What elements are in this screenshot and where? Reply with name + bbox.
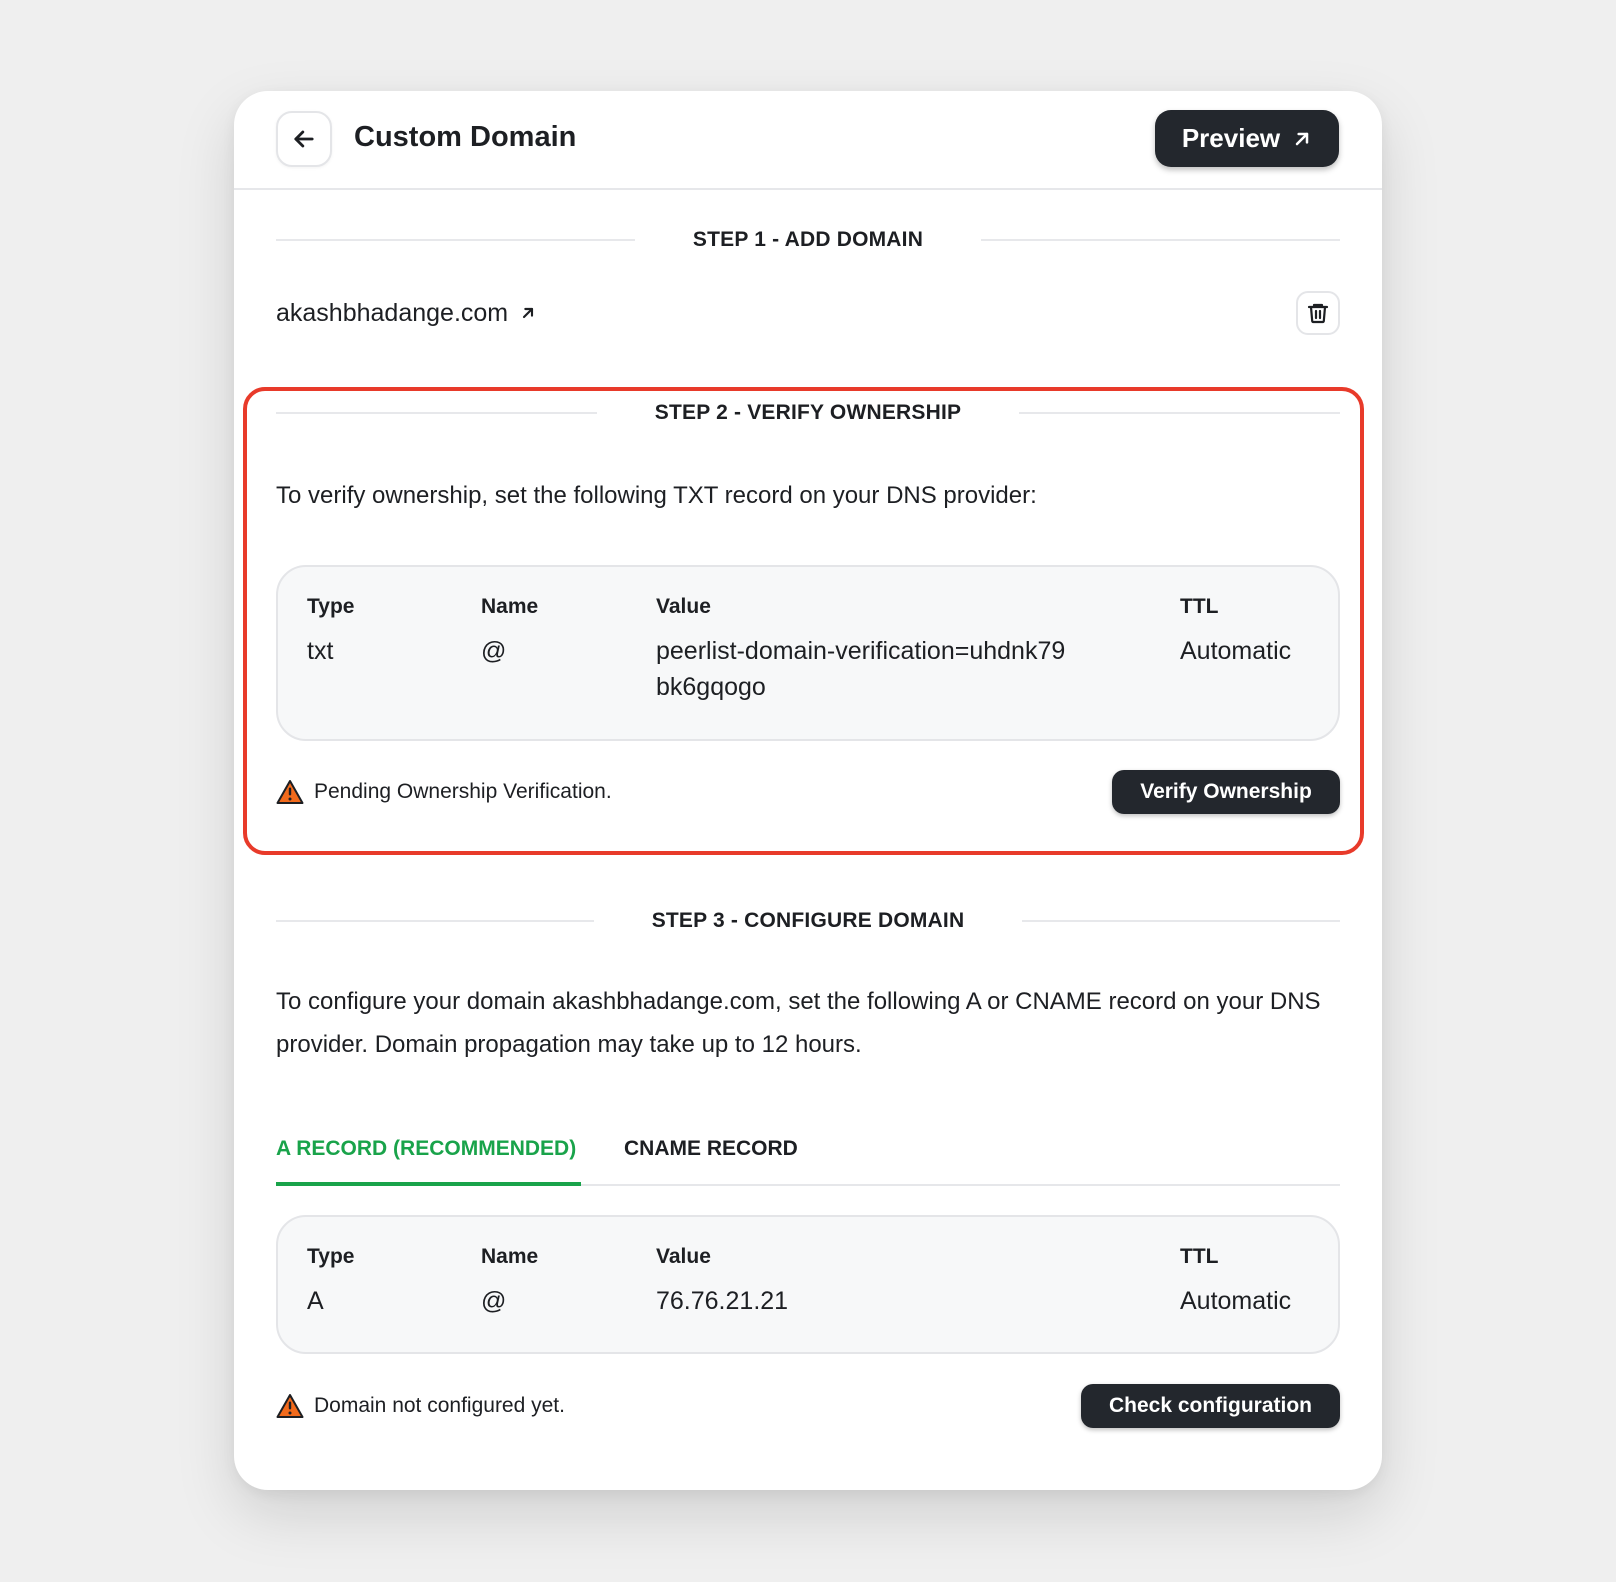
record-col-type: Type A [307, 1245, 354, 1319]
step2-heading-label: STEP 2 - VERIFY OWNERSHIP [654, 401, 962, 424]
record-header-name: Name [481, 1245, 539, 1268]
record-header-ttl: TTL [1180, 595, 1219, 618]
warning-icon [276, 1394, 304, 1418]
preview-button[interactable]: Preview [1155, 110, 1339, 167]
step2-instruction: To verify ownership, set the following T… [276, 482, 1037, 509]
page-title: Custom Domain [354, 121, 577, 153]
a-record-box: Type A Name @ Value 76.76.21.21 TTL Auto… [276, 1215, 1340, 1354]
record-col-name: Name @ [481, 595, 538, 669]
custom-domain-card: Custom Domain Preview STEP 1 - ADD DOMAI… [234, 91, 1382, 1490]
divider-line [981, 239, 1340, 241]
step3-heading-label: STEP 3 - CONFIGURE DOMAIN [651, 909, 965, 932]
step2-heading: STEP 2 - VERIFY OWNERSHIP [276, 401, 1340, 425]
header: Custom Domain Preview [234, 91, 1382, 190]
record-header-value: Value [656, 595, 711, 618]
record-value-value[interactable]: 76.76.21.21 [656, 1283, 788, 1319]
txt-record-box: Type txt Name @ Value peerlist-domain-ve… [276, 565, 1340, 741]
record-value-type: A [307, 1287, 324, 1315]
preview-button-label: Preview [1181, 123, 1281, 153]
record-header-name: Name [481, 595, 539, 618]
warning-icon [276, 780, 304, 804]
record-col-value: Value peerlist-domain-verification=uhdnk… [656, 595, 1076, 705]
divider-line [276, 239, 635, 241]
record-value-type: txt [307, 637, 334, 665]
record-value-name: @ [481, 637, 507, 665]
record-col-name: Name @ [481, 1245, 538, 1319]
step3-status-text: Domain not configured yet. [314, 1394, 565, 1417]
check-configuration-button[interactable]: Check configuration [1081, 1384, 1340, 1428]
record-value-value[interactable]: peerlist-domain-verification=uhdnk79bk6g… [656, 633, 1076, 705]
step3-heading: STEP 3 - CONFIGURE DOMAIN [276, 909, 1341, 933]
record-col-ttl: TTL Automatic [1180, 1245, 1291, 1319]
arrow-left-icon [294, 130, 314, 148]
record-header-type: Type [307, 595, 355, 618]
record-col-type: Type txt [307, 595, 354, 669]
external-arrow-icon [523, 307, 534, 319]
record-tabs: A RECORD (RECOMMENDED) CNAME RECORD [276, 1127, 1340, 1186]
step3-instruction: To configure your domain akashbhadange.c… [276, 988, 1321, 1058]
tab-cname-record[interactable]: CNAME RECORD [624, 1127, 798, 1186]
divider-line [1019, 412, 1340, 414]
record-col-ttl: TTL Automatic [1180, 595, 1291, 669]
domain-link[interactable]: akashbhadange.com [276, 299, 536, 328]
step1-heading-label: STEP 1 - ADD DOMAIN [692, 228, 924, 251]
step3-status-row: Domain not configured yet. Check configu… [276, 1384, 1340, 1428]
divider-line [276, 412, 597, 414]
record-value-ttl: Automatic [1180, 1287, 1292, 1315]
record-value-ttl: Automatic [1180, 637, 1292, 665]
record-header-ttl: TTL [1180, 1245, 1219, 1268]
external-arrow-icon [1295, 132, 1309, 145]
delete-domain-button[interactable] [1296, 291, 1340, 335]
step2-status-text: Pending Ownership Verification. [314, 780, 612, 803]
tab-a-record[interactable]: A RECORD (RECOMMENDED) [276, 1127, 581, 1186]
trash-icon [1307, 303, 1329, 324]
record-header-value: Value [656, 1245, 711, 1268]
domain-name: akashbhadange.com [276, 298, 509, 327]
back-button[interactable] [276, 111, 332, 167]
step1-heading: STEP 1 - ADD DOMAIN [276, 228, 1340, 252]
record-col-value: Value 76.76.21.21 [656, 1245, 788, 1319]
verify-ownership-button[interactable]: Verify Ownership [1112, 770, 1340, 814]
domain-row: akashbhadange.com [276, 291, 1340, 335]
step2-status-row: Pending Ownership Verification. Verify O… [276, 770, 1340, 814]
divider-line [276, 920, 594, 922]
record-value-name: @ [481, 1287, 507, 1315]
record-header-type: Type [307, 1245, 355, 1268]
divider-line [1022, 920, 1341, 922]
